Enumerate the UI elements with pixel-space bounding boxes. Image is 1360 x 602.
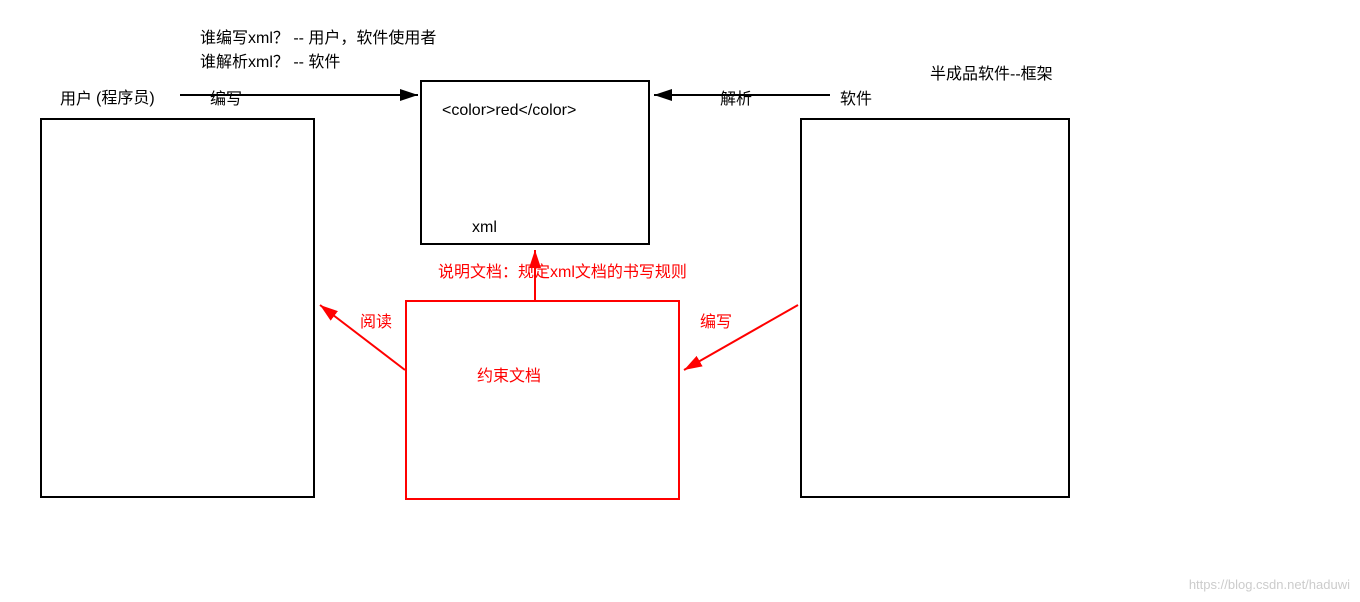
xml-label: xml <box>472 219 497 237</box>
software-sub: 半成品软件--框架 <box>930 60 1053 84</box>
user-box <box>40 118 315 498</box>
constraint-box: 约束文档 <box>405 300 680 500</box>
arrow-write2-label: 编写 <box>700 308 732 332</box>
xml-box: <color>red</color> xml <box>420 80 650 245</box>
arrow-read-label: 阅读 <box>360 308 392 332</box>
arrow-parse-label: 解析 <box>720 85 752 109</box>
user-label: 用户 <box>60 85 92 109</box>
user-sub: (程序员) <box>96 84 155 108</box>
arrow-write-label: 编写 <box>210 85 242 109</box>
header-q1: 谁编写xml？ -- 用户，软件使用者 <box>200 24 436 48</box>
header-q2: 谁解析xml？ -- 软件 <box>200 48 340 72</box>
software-box <box>800 118 1070 498</box>
software-label: 软件 <box>840 85 872 109</box>
constraint-desc: 说明文档：规定xml文档的书写规则 <box>438 258 687 282</box>
watermark: https://blog.csdn.net/haduwi <box>1189 577 1350 592</box>
constraint-label: 约束文档 <box>477 362 541 386</box>
xml-content: <color>red</color> <box>442 102 576 120</box>
